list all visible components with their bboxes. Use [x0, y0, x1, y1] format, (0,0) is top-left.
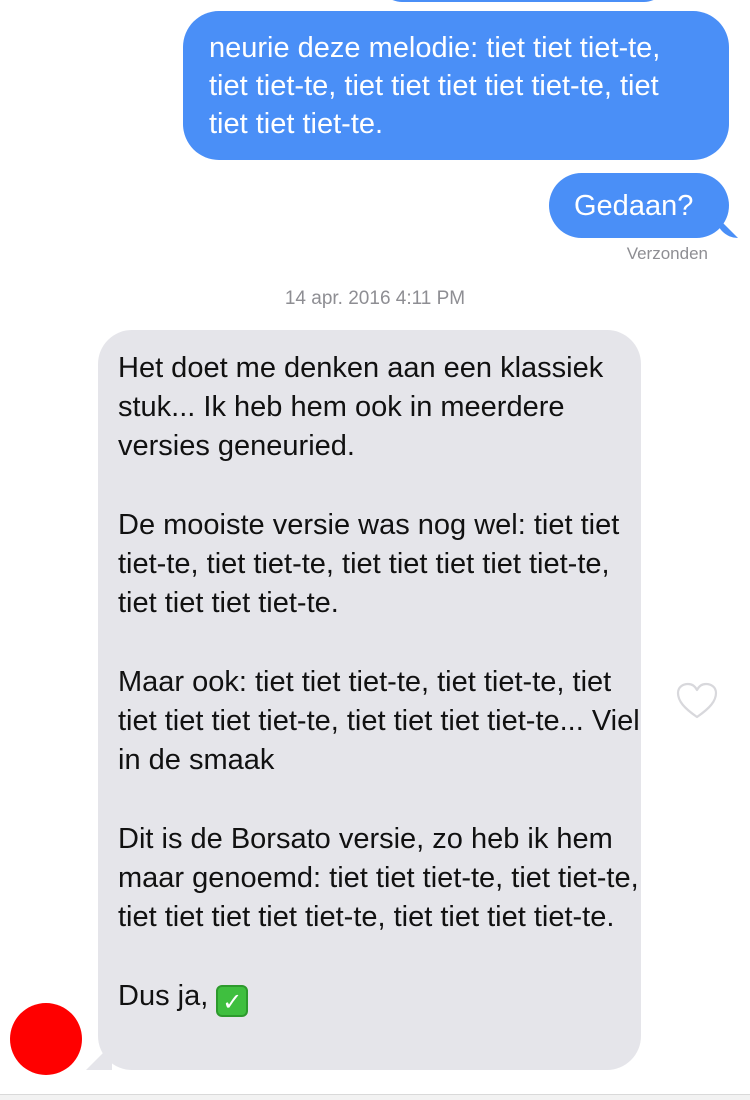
message-timestamp: 14 apr. 2016 4:11 PM [284, 288, 466, 309]
incoming-paragraph: Het doet me denken aan een klassiek stuk… [118, 352, 604, 462]
outgoing-message-text: Gedaan? [574, 190, 694, 222]
bottom-divider [0, 1094, 750, 1100]
incoming-closing-text: Dus ja, [118, 980, 209, 1012]
incoming-closing-line: Dus ja, ✓ [118, 977, 641, 1017]
incoming-paragraph: Maar ook: tiet tiet tiet-te, tiet tiet-t… [118, 666, 640, 776]
outgoing-message-melody[interactable]: neurie deze melodie: tiet tiet tiet-te, … [183, 11, 729, 160]
incoming-message[interactable]: Het doet me denken aan een klassiek stuk… [98, 330, 641, 1070]
outgoing-message-gedaan[interactable]: Gedaan? [549, 173, 729, 238]
previous-outgoing-bubble [378, 0, 668, 2]
incoming-paragraph: De mooiste versie was nog wel: tiet tiet… [118, 509, 620, 619]
heart-outline-icon[interactable] [676, 682, 718, 720]
incoming-paragraph: Dit is de Borsato versie, zo heb ik hem … [118, 823, 639, 933]
outgoing-message-text: neurie deze melodie: tiet tiet tiet-te, … [209, 32, 661, 140]
white-check-mark-emoji: ✓ [216, 985, 249, 1017]
delivery-status: Verzonden [626, 244, 708, 263]
avatar[interactable] [10, 1003, 82, 1075]
